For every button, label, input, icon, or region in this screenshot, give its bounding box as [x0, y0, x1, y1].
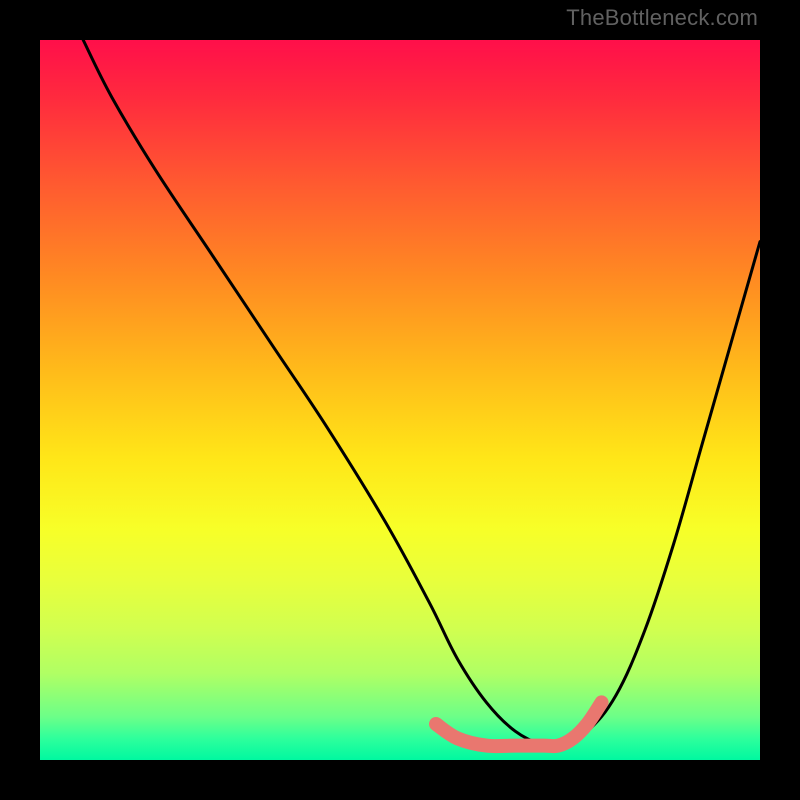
bottleneck-curve-black [83, 40, 760, 748]
chart-container: TheBottleneck.com [0, 0, 800, 800]
watermark-text: TheBottleneck.com [566, 5, 758, 31]
chart-svg [40, 40, 760, 760]
plot-area [40, 40, 760, 760]
bottleneck-floor-pink [436, 702, 602, 746]
